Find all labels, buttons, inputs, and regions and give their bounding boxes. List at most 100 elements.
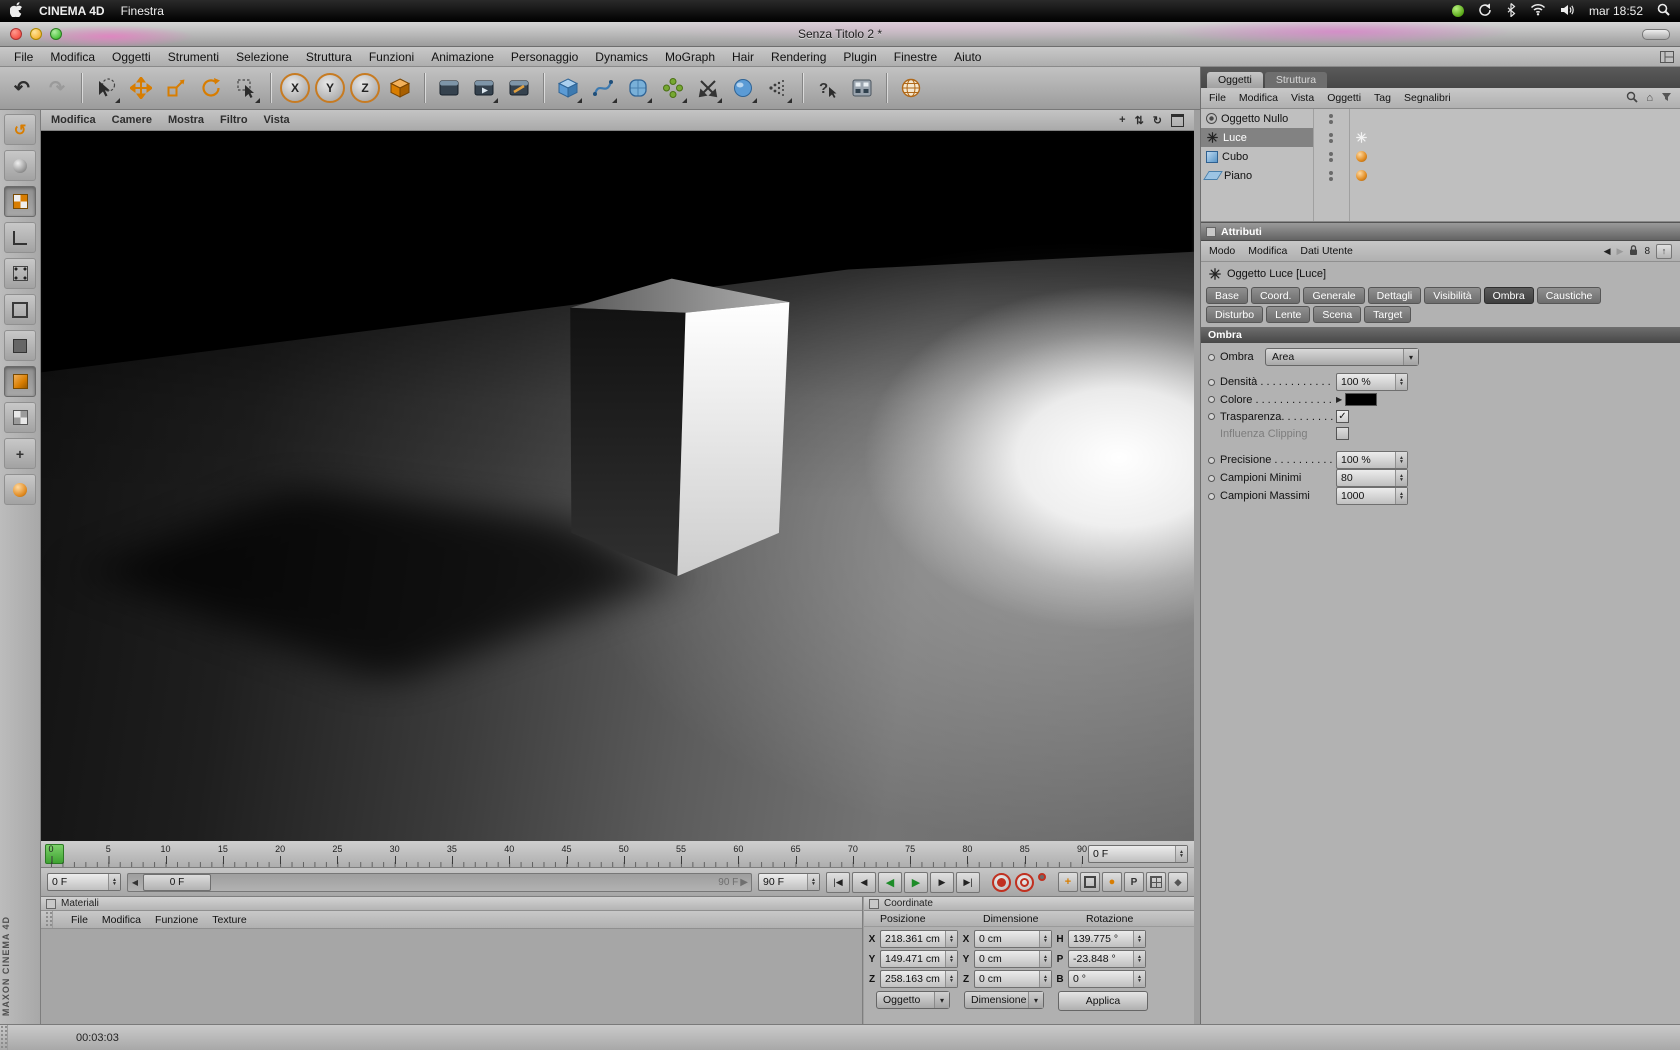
apple-menu-icon[interactable]: [9, 2, 23, 20]
wifi-icon[interactable]: [1530, 3, 1546, 19]
light-tag-icon[interactable]: [1356, 132, 1367, 143]
add-particles-button[interactable]: [762, 71, 794, 105]
home-icon[interactable]: ⌂: [1646, 92, 1653, 104]
add-deformer-button[interactable]: [692, 71, 724, 105]
object-name-cell[interactable]: Oggetto Nullo: [1201, 109, 1313, 128]
menu-file[interactable]: File: [14, 50, 33, 64]
filter-icon[interactable]: [1661, 92, 1672, 105]
materials-menu-file[interactable]: File: [71, 914, 88, 926]
viewport-3d[interactable]: [41, 131, 1194, 841]
stepper-icon[interactable]: ▲ ▼: [1133, 971, 1145, 987]
disclosure-icon[interactable]: ▶: [1336, 395, 1342, 404]
object-list[interactable]: Oggetto Nullo Luce Cubo Piano: [1201, 109, 1680, 222]
size-mode-dropdown[interactable]: Dimensione ▾: [964, 991, 1044, 1009]
menu-funzioni[interactable]: Funzioni: [369, 50, 414, 64]
coordinate-field[interactable]: 258.163 cm ▲ ▼: [880, 970, 958, 988]
palette-polygons-mode[interactable]: [4, 330, 36, 361]
current-frame-field[interactable]: 0 F ▲ ▼: [47, 873, 121, 891]
stepper-icon[interactable]: ▲ ▼: [1395, 470, 1407, 486]
coordinate-field[interactable]: 0 ° ▲ ▼: [1068, 970, 1146, 988]
palette-model-mode[interactable]: [4, 150, 36, 181]
history-back-icon[interactable]: ◀: [1604, 246, 1611, 257]
viewport-menu-mostra[interactable]: Mostra: [168, 114, 204, 126]
objects-menu-modifica[interactable]: Modifica: [1239, 92, 1278, 104]
slider-left-icon[interactable]: ◀: [128, 878, 142, 887]
attr-tab-base[interactable]: Base: [1206, 287, 1248, 304]
max-samples-field[interactable]: 1000 ▲ ▼: [1336, 487, 1408, 505]
dolly-view-icon[interactable]: ⇅: [1135, 114, 1144, 127]
render-active-view-button[interactable]: [468, 71, 500, 105]
menu-selezione[interactable]: Selezione: [236, 50, 289, 64]
materials-menu-texture[interactable]: Texture: [212, 914, 246, 926]
objects-menu-segnalibri[interactable]: Segnalibri: [1404, 92, 1451, 104]
objects-menu-oggetti[interactable]: Oggetti: [1327, 92, 1361, 104]
macos-app-name[interactable]: CINEMA 4D: [39, 4, 105, 18]
keyframe-mode-button[interactable]: ◆: [1168, 872, 1188, 892]
object-row-piano[interactable]: Piano: [1201, 166, 1680, 185]
coordinate-field[interactable]: -23.848 ° ▲ ▼: [1068, 950, 1146, 968]
phong-tag-icon[interactable]: [1356, 170, 1367, 181]
stepper-icon[interactable]: ▲ ▼: [945, 931, 957, 947]
stepper-icon[interactable]: ▲ ▼: [1039, 971, 1051, 987]
anim-dot-icon[interactable]: [1208, 378, 1215, 386]
menu-dynamics[interactable]: Dynamics: [595, 50, 648, 64]
stepper-icon[interactable]: ▲ ▼: [945, 971, 957, 987]
object-name-cell[interactable]: Cubo: [1201, 147, 1313, 166]
precision-field[interactable]: 100 % ▲ ▼: [1336, 451, 1408, 469]
search-icon[interactable]: [1626, 91, 1638, 106]
palette-make-editable[interactable]: ↺: [4, 114, 36, 145]
attr-tab-generale[interactable]: Generale: [1303, 287, 1365, 304]
help-tool-button[interactable]: ?: [811, 71, 843, 105]
redo-button[interactable]: ↷: [41, 71, 73, 105]
volume-icon[interactable]: [1560, 4, 1575, 19]
apply-button[interactable]: Applica: [1058, 991, 1148, 1011]
orbit-view-icon[interactable]: ↻: [1153, 114, 1162, 127]
attr-tab-lente[interactable]: Lente: [1266, 306, 1311, 323]
lock-icon[interactable]: [1629, 244, 1638, 258]
palette-workplane-mode[interactable]: [4, 222, 36, 253]
palette-animation-mode[interactable]: [4, 366, 36, 397]
stepper-icon[interactable]: ▲ ▼: [1039, 931, 1051, 947]
tab-oggetti[interactable]: Oggetti: [1207, 72, 1263, 88]
rotate-tool-button[interactable]: [195, 71, 227, 105]
coordinate-system-button[interactable]: [384, 71, 416, 105]
stepper-icon[interactable]: ▲ ▼: [1039, 951, 1051, 967]
menu-plugin[interactable]: Plugin: [843, 50, 876, 64]
coordinate-field[interactable]: 0 cm ▲ ▼: [974, 970, 1052, 988]
record-scale-button[interactable]: [1080, 872, 1100, 892]
anim-dot-icon[interactable]: [1208, 353, 1215, 361]
object-name-cell[interactable]: Luce: [1201, 128, 1313, 147]
add-generator-button[interactable]: [622, 71, 654, 105]
lock-z-axis-button[interactable]: Z: [350, 73, 380, 103]
attr-tab-caustiche[interactable]: Caustiche: [1536, 287, 1602, 304]
record-position-button[interactable]: +: [1058, 872, 1078, 892]
status-app-icon[interactable]: [1451, 5, 1464, 17]
layout-icon[interactable]: [1660, 50, 1674, 63]
stepper-icon[interactable]: ▲ ▼: [1133, 951, 1145, 967]
palette-texture-mode[interactable]: [4, 186, 36, 217]
autokey-button[interactable]: [1015, 872, 1034, 892]
end-frame-field[interactable]: 90 F ▲ ▼: [758, 873, 820, 891]
visibility-dot-icon[interactable]: [1329, 138, 1333, 143]
materials-menu-funzione[interactable]: Funzione: [155, 914, 198, 926]
attr-tab-target[interactable]: Target: [1364, 306, 1412, 323]
menu-rendering[interactable]: Rendering: [771, 50, 826, 64]
stepper-icon[interactable]: ▲ ▼: [1133, 931, 1145, 947]
object-name-cell[interactable]: Piano: [1201, 166, 1313, 185]
palette-viewport-solo[interactable]: [4, 474, 36, 505]
min-samples-field[interactable]: 80 ▲ ▼: [1336, 469, 1408, 487]
xpresso-button[interactable]: [846, 71, 878, 105]
menu-animazione[interactable]: Animazione: [431, 50, 494, 64]
coordinate-field[interactable]: 139.775 ° ▲ ▼: [1068, 930, 1146, 948]
transparency-checkbox[interactable]: ✓: [1336, 410, 1349, 423]
anim-dot-icon[interactable]: [1208, 396, 1215, 403]
object-row-oggetto-nullo[interactable]: Oggetto Nullo: [1201, 109, 1680, 128]
materials-menu-modifica[interactable]: Modifica: [102, 914, 141, 926]
lock-y-axis-button[interactable]: Y: [315, 73, 345, 103]
window-titlebar[interactable]: Senza Titolo 2 *: [0, 22, 1680, 47]
pan-view-icon[interactable]: +: [1119, 114, 1125, 126]
viewport-menu-vista[interactable]: Vista: [264, 114, 290, 126]
scroll-top-icon[interactable]: ↑: [1656, 243, 1672, 259]
palette-points-mode[interactable]: [4, 258, 36, 289]
play-button[interactable]: ▶: [904, 871, 928, 893]
